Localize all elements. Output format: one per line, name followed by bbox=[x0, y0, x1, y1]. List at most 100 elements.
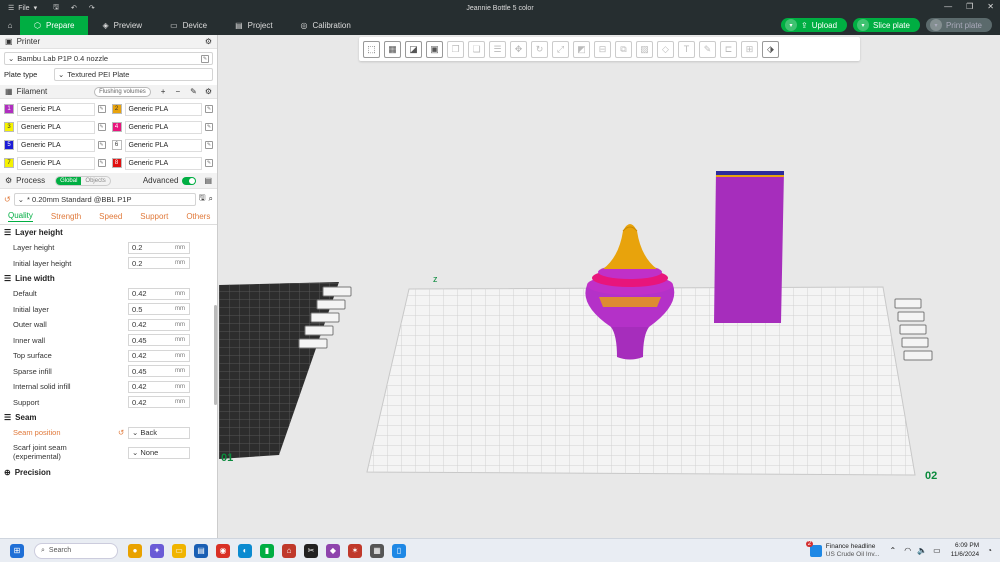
tab-project[interactable]: ▤ Project bbox=[221, 16, 286, 35]
plate-02-controls[interactable] bbox=[894, 298, 933, 361]
setting-input[interactable]: 0.2 mm bbox=[128, 257, 190, 270]
widgets-icon[interactable]: ● bbox=[128, 543, 142, 558]
flushing-volumes-button[interactable]: Flushing volumes bbox=[94, 86, 151, 97]
setting-input[interactable]: 0.2 mm bbox=[128, 241, 190, 254]
store-icon[interactable]: ▤ bbox=[194, 543, 208, 558]
filament-color-swatch[interactable]: 7 bbox=[4, 158, 14, 168]
filament-slot-1[interactable]: 1 Generic PLA ✎ bbox=[4, 102, 106, 116]
battery-icon[interactable]: ▭ bbox=[933, 546, 941, 555]
filament-color-swatch[interactable]: 5 bbox=[4, 140, 14, 150]
objects-toggle[interactable]: Objects bbox=[81, 177, 109, 185]
compare-icon[interactable]: ▤ bbox=[204, 176, 212, 185]
remove-icon[interactable]: − bbox=[175, 87, 180, 96]
filament-color-swatch[interactable]: 4 bbox=[111, 122, 122, 132]
capcut-icon[interactable]: ✂ bbox=[304, 543, 318, 558]
notification-icon[interactable]: ◔ bbox=[987, 546, 992, 555]
setting-input[interactable]: 0.42 mm bbox=[128, 318, 190, 331]
minimize-icon[interactable]: — bbox=[944, 2, 952, 11]
filament-slot-3[interactable]: 3 Generic PLA ✎ bbox=[4, 120, 106, 134]
setting-input[interactable]: 0.42 mm bbox=[128, 349, 190, 362]
filament-color-swatch[interactable]: 1 bbox=[4, 104, 14, 114]
tab-quality[interactable]: Quality bbox=[8, 211, 33, 222]
app-icon-red[interactable]: ⌂ bbox=[282, 543, 296, 558]
upload-button[interactable]: ▾ ⇪ Upload bbox=[780, 18, 848, 32]
undo-icon[interactable]: ↶ bbox=[71, 4, 77, 12]
tab-calibration[interactable]: ◎ Calibration bbox=[287, 16, 365, 35]
filament-slot-6[interactable]: 6 Generic PLA ✎ bbox=[111, 138, 213, 152]
chevron-down-icon[interactable]: ▾ bbox=[929, 19, 942, 31]
reset-icon[interactable]: ↺ bbox=[118, 428, 124, 437]
file-menu[interactable]: ☰ File ▾ bbox=[8, 4, 37, 13]
tab-device[interactable]: ▭ Device bbox=[156, 16, 221, 35]
restore-icon[interactable]: ❐ bbox=[966, 2, 973, 11]
home-icon[interactable]: ⌂ bbox=[0, 16, 20, 35]
filament-slot-5[interactable]: 5 Generic PLA ✎ bbox=[4, 138, 106, 152]
save-icon[interactable]: 🖫 bbox=[53, 3, 59, 14]
edit-icon[interactable]: ✎ bbox=[205, 105, 213, 113]
copilot-icon[interactable]: ✦ bbox=[150, 543, 164, 558]
setting-input[interactable]: 0.5 mm bbox=[128, 303, 190, 316]
prime-tower[interactable] bbox=[714, 171, 784, 323]
search-icon[interactable]: ⌕ bbox=[209, 194, 213, 204]
reset-icon[interactable]: ↺ bbox=[4, 195, 11, 204]
app-icon-blue[interactable]: ▯ bbox=[392, 543, 406, 558]
windows-start-icon[interactable]: ⊞ bbox=[10, 543, 24, 558]
edit-icon[interactable]: ✎ bbox=[205, 123, 213, 131]
edit-icon[interactable]: ✎ bbox=[97, 105, 106, 113]
close-icon[interactable]: ✕ bbox=[987, 2, 994, 11]
edge-icon[interactable]: ◐ bbox=[238, 543, 252, 558]
tab-strength[interactable]: Strength bbox=[51, 212, 81, 221]
printer-select[interactable]: ⌄ Bambu Lab P1P 0.4 nozzle ✎ bbox=[4, 52, 213, 65]
tab-others[interactable]: Others bbox=[186, 212, 210, 221]
edit-icon[interactable]: ✎ bbox=[205, 141, 213, 149]
edit-icon[interactable]: ✎ bbox=[205, 159, 213, 167]
setting-input[interactable]: 0.45 mm bbox=[128, 334, 190, 347]
edit-icon[interactable]: ✎ bbox=[97, 141, 106, 149]
filament-slot-7[interactable]: 7 Generic PLA ✎ bbox=[4, 156, 106, 170]
filament-color-swatch[interactable]: 3 bbox=[4, 122, 14, 132]
gear-icon[interactable]: ⚙ bbox=[205, 37, 212, 46]
edit-icon[interactable]: ✎ bbox=[97, 123, 106, 131]
filament-slot-2[interactable]: 2 Generic PLA ✎ bbox=[111, 102, 213, 116]
clock[interactable]: 6:09 PM 11/6/2024 bbox=[951, 542, 979, 559]
chevron-down-icon[interactable]: ▾ bbox=[784, 19, 797, 31]
plate-type-select[interactable]: ⌄ Textured PEI Plate bbox=[54, 68, 213, 81]
seam-position-select[interactable]: ⌄ Back bbox=[128, 426, 190, 439]
app-icon-star[interactable]: ✶ bbox=[348, 543, 362, 558]
wifi-icon[interactable]: ◠ bbox=[904, 546, 911, 555]
process-preset-select[interactable]: ⌄ * 0.20mm Standard @BBL P1P bbox=[13, 192, 196, 206]
scarf-seam-select[interactable]: ⌄ None bbox=[128, 446, 190, 459]
filament-color-swatch[interactable]: 8 bbox=[111, 158, 122, 168]
add-icon[interactable]: + bbox=[161, 87, 166, 96]
filament-color-swatch[interactable]: 6 bbox=[111, 140, 122, 150]
volume-icon[interactable]: 🔈 bbox=[917, 546, 927, 555]
filament-slot-4[interactable]: 4 Generic PLA ✎ bbox=[111, 120, 213, 134]
file-explorer-icon[interactable]: ▭ bbox=[172, 543, 186, 558]
taskbar-search[interactable]: ⌕ Search bbox=[34, 542, 118, 559]
edit-icon[interactable]: ✎ bbox=[201, 54, 209, 63]
edit-icon[interactable]: ✎ bbox=[97, 159, 106, 167]
tab-support[interactable]: Support bbox=[140, 212, 168, 221]
chevron-up-icon[interactable]: ⌃ bbox=[890, 546, 897, 555]
setting-input[interactable]: 0.42 mm bbox=[128, 396, 190, 409]
tab-speed[interactable]: Speed bbox=[99, 212, 122, 221]
global-toggle[interactable]: Global bbox=[56, 176, 82, 185]
tab-prepare[interactable]: ⬡ Prepare bbox=[20, 16, 89, 35]
gear-icon[interactable]: ⚙ bbox=[205, 87, 212, 96]
slice-plate-button[interactable]: ▾ Slice plate bbox=[853, 18, 920, 32]
app-icon-purple[interactable]: ◆ bbox=[326, 543, 340, 558]
setting-input[interactable]: 0.45 mm bbox=[128, 365, 190, 378]
filament-slot-8[interactable]: 8 Generic PLA ✎ bbox=[111, 156, 213, 170]
chrome-icon[interactable]: ◉ bbox=[216, 543, 230, 558]
redo-icon[interactable]: ↷ bbox=[89, 4, 95, 12]
calculator-icon[interactable]: ▦ bbox=[370, 543, 384, 558]
filament-color-swatch[interactable]: 2 bbox=[111, 104, 122, 114]
news-widget[interactable]: 2 Finance headline US Crude Oil Inv... bbox=[805, 540, 880, 559]
advanced-switch[interactable] bbox=[182, 176, 197, 185]
sidebar-scrollbar[interactable] bbox=[214, 305, 217, 405]
setting-input[interactable]: 0.42 mm bbox=[128, 287, 190, 300]
print-plate-button[interactable]: ▾ Print plate bbox=[925, 18, 992, 32]
bambu-studio-icon[interactable]: ▮ bbox=[260, 543, 274, 558]
tab-preview[interactable]: ◈ Preview bbox=[88, 16, 156, 35]
3d-viewport[interactable]: ⬚ ▦ ◪ ▣ ❐ ❏ ☰ ✥ ↻ ⤢ ◩ ⊟ ⧉ ▨ ◇ T ✎ ⊏ ⊞ ⬗ … bbox=[219, 35, 1000, 538]
